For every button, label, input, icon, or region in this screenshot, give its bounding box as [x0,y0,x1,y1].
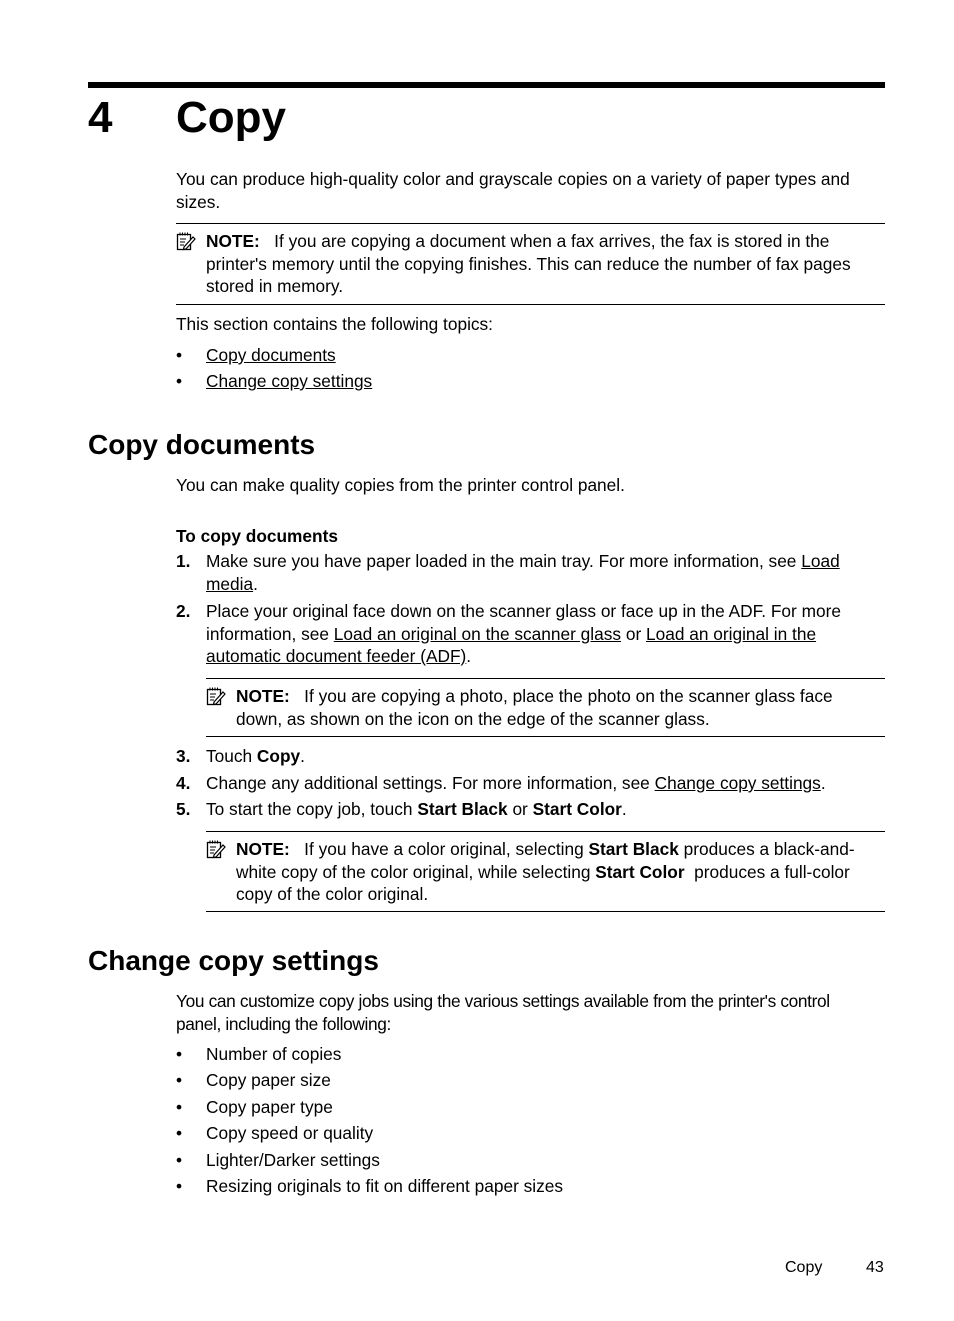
link-load-original-adf[interactable]: automatic document feeder (ADF) [206,646,466,666]
procedure-title: To copy documents [176,526,338,546]
topic-link-change-copy-settings[interactable]: Change copy settings [206,370,372,392]
footer-page-number: 43 [866,1259,884,1276]
step-number: 5. [176,799,191,819]
note-pencil-icon [206,687,226,706]
note-bottom-rule [176,304,885,305]
chapter-title: Copy [176,93,286,142]
note-text: If you are copying a document when a fax… [274,231,830,251]
step-number: 3. [176,746,191,766]
step-text: To start the copy job, touch [206,799,418,819]
note-top-rule [206,678,885,679]
settings-item-text: Copy speed or quality [206,1123,374,1143]
note-top-rule [206,831,885,832]
note-text: stored in memory. [206,276,344,296]
link-change-copy-settings[interactable]: Change copy settings [655,773,821,793]
step-text: . [466,646,472,666]
footer-section-name: Copy [785,1259,823,1276]
note-pencil-icon [206,840,226,859]
note-text: printer's memory until the copying finis… [206,253,851,274]
ui-term-copy: Copy [256,746,301,766]
ui-term-start-color: Start Color [532,799,622,819]
topic-link-copy-documents[interactable]: Copy documents [206,344,336,366]
note-bottom-rule [206,736,885,737]
step-text: or [507,799,533,819]
intro-line: You can customize copy jobs using the va… [176,991,830,1011]
ui-term-start-black: Start Black [588,839,679,859]
note-text: produces a black-and- [678,839,855,859]
chapter-top-rule [88,82,885,88]
note-text: produces a full-color [684,861,850,882]
link-load-media[interactable]: Load [801,551,839,571]
bullet-icon: • [176,1123,183,1143]
copy-documents-intro: You can make quality copies from the pri… [176,475,625,495]
section-heading-change-copy-settings: Change copy settings [88,945,379,976]
step-number: 2. [176,601,191,621]
section-heading-copy-documents: Copy documents [88,429,316,460]
step-text: Place your original face down on the sca… [206,601,841,621]
chapter-number: 4 [88,93,113,142]
note-bottom-rule [206,911,885,912]
chapter-intro-line: You can produce high-quality color and g… [176,169,850,189]
note-label: NOTE: [236,686,290,706]
step-text: Touch [206,746,257,766]
note-text: If you are copying a photo, place the ph… [304,686,833,706]
ui-term-start-black: Start Black [417,799,508,819]
settings-item-text: Copy paper type [206,1097,333,1117]
step-text: . [820,773,826,793]
step-text: Change any additional settings. For more… [206,773,655,793]
step-text: or [621,623,646,644]
note-top-rule [176,223,885,224]
chapter-intro: You can produce high-quality color and g… [176,168,886,213]
note-text: down, as shown on the icon on the edge o… [236,708,710,729]
settings-item-text: Copy paper size [206,1070,331,1090]
bullet-icon: • [176,1150,183,1170]
step-text: . [621,799,627,819]
bullet-icon: • [176,1176,183,1196]
note-pencil-icon [176,232,196,251]
change-copy-settings-intro: You can customize copy jobs using the va… [176,990,886,1035]
ui-term-start-color: Start Color [595,861,685,882]
note-text: white copy of the color original, while … [236,861,596,882]
bullet-icon: • [176,345,183,365]
note-label: NOTE: [236,839,290,859]
bullet-icon: • [176,371,183,391]
step-text: information, see [206,623,334,644]
link-load-media[interactable]: media [206,574,253,594]
note-text: If you have a color original, selecting [304,839,589,859]
note-text: copy of the color original. [236,884,429,904]
topics-intro: This section contains the following topi… [176,314,493,334]
intro-line: panel, including the following: [176,1013,391,1034]
step-number: 4. [176,773,191,793]
step-number: 1. [176,551,191,571]
settings-item-text: Resizing originals to fit on different p… [206,1176,564,1196]
link-load-original-adf[interactable]: Load an original in the [646,624,816,644]
settings-item-text: Lighter/Darker settings [206,1150,380,1170]
chapter-intro-line: sizes. [176,191,221,212]
bullet-icon: • [176,1070,183,1090]
link-load-original-scanner-glass[interactable]: Load an original on the scanner glass [334,624,621,644]
step-text: Make sure you have paper loaded in the m… [206,551,802,571]
settings-item-text: Number of copies [206,1044,342,1064]
bullet-icon: • [176,1044,183,1064]
step-text: . [253,573,258,594]
note-label: NOTE: [206,231,260,251]
step-text: . [300,746,305,766]
bullet-icon: • [176,1097,183,1117]
